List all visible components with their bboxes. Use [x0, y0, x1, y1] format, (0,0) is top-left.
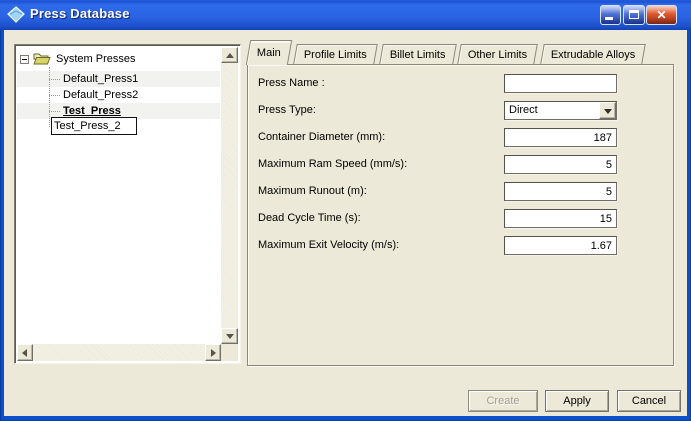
- press-type-dropdown[interactable]: Direct: [504, 101, 617, 120]
- window-title: Press Database: [30, 6, 130, 21]
- max-runout-input[interactable]: [504, 182, 617, 201]
- tab-extrudable-alloys[interactable]: Extrudable Alloys: [540, 44, 646, 64]
- dead-cycle-time-input[interactable]: [504, 209, 617, 228]
- tree-item-label: Default_Press2: [61, 89, 140, 101]
- create-button[interactable]: Create: [468, 390, 538, 412]
- folder-open-icon: [33, 52, 51, 66]
- max-exit-velocity-input[interactable]: [504, 236, 617, 255]
- scroll-right-icon[interactable]: [205, 344, 221, 361]
- press-tree-panel: System Presses Default_Press1 Default_Pr…: [14, 44, 241, 364]
- tab-billet-limits[interactable]: Billet Limits: [379, 44, 456, 64]
- max-runout-label: Maximum Runout (m):: [258, 182, 367, 201]
- scroll-left-icon[interactable]: [17, 344, 33, 361]
- scroll-down-icon[interactable]: [221, 328, 238, 344]
- tree-item-label: System Presses: [54, 53, 137, 65]
- collapse-minus-icon[interactable]: [20, 55, 29, 64]
- container-diameter-label: Container Diameter (mm):: [258, 128, 385, 147]
- main-tab-page: Press Name : Press Type: Direct Containe…: [247, 64, 674, 366]
- cancel-button[interactable]: Cancel: [617, 390, 681, 412]
- dead-cycle-time-label: Dead Cycle Time (s):: [258, 209, 361, 228]
- tab-profile-limits[interactable]: Profile Limits: [293, 44, 377, 64]
- tab-label: Extrudable Alloys: [551, 49, 635, 61]
- container-diameter-input[interactable]: [504, 128, 617, 147]
- scrollbar-corner: [221, 344, 238, 361]
- max-ram-speed-label: Maximum Ram Speed (mm/s):: [258, 155, 407, 174]
- tree-item-rename-input[interactable]: [51, 117, 137, 135]
- dialog-client-area: System Presses Default_Press1 Default_Pr…: [4, 30, 687, 416]
- tree-item-label: Default_Press1: [61, 73, 140, 85]
- tree-item-label: Test_Press: [61, 105, 123, 117]
- tab-strip: Main Profile Limits Billet Limits Other …: [248, 40, 644, 65]
- tree-connector-line: [49, 67, 50, 127]
- tree-vertical-scrollbar[interactable]: [221, 47, 238, 344]
- press-database-window: Press Database ✕ System Presses: [0, 0, 691, 421]
- dropdown-arrow-icon[interactable]: [599, 102, 616, 119]
- tab-label: Other Limits: [468, 49, 527, 61]
- press-type-value: Direct: [509, 104, 538, 116]
- apply-button[interactable]: Apply: [545, 390, 609, 412]
- minimize-icon[interactable]: [600, 5, 621, 25]
- press-name-input[interactable]: [504, 74, 617, 93]
- tree-horizontal-scrollbar[interactable]: [17, 344, 221, 361]
- tree-connector-line: [49, 111, 60, 112]
- tree-connector-line: [49, 79, 60, 80]
- tab-label: Billet Limits: [390, 49, 446, 61]
- max-ram-speed-input[interactable]: [504, 155, 617, 174]
- max-exit-velocity-label: Maximum Exit Velocity (m/s):: [258, 236, 399, 255]
- press-name-label: Press Name :: [258, 74, 325, 93]
- maximize-icon[interactable]: [623, 5, 645, 25]
- tree-item-system-presses[interactable]: System Presses: [20, 51, 137, 67]
- tree-item-default-press2[interactable]: Default_Press2: [61, 87, 140, 103]
- tab-other-limits[interactable]: Other Limits: [458, 44, 539, 64]
- tree-connector-line: [49, 95, 60, 96]
- tab-label: Profile Limits: [304, 49, 367, 61]
- press-type-label: Press Type:: [258, 101, 316, 120]
- app-icon: [7, 6, 25, 23]
- titlebar: Press Database ✕: [0, 0, 691, 30]
- tree-item-default-press1[interactable]: Default_Press1: [61, 71, 140, 87]
- tab-main[interactable]: Main: [246, 40, 292, 65]
- tab-label: Main: [257, 47, 281, 59]
- scroll-up-icon[interactable]: [221, 47, 238, 63]
- close-icon[interactable]: ✕: [646, 5, 677, 25]
